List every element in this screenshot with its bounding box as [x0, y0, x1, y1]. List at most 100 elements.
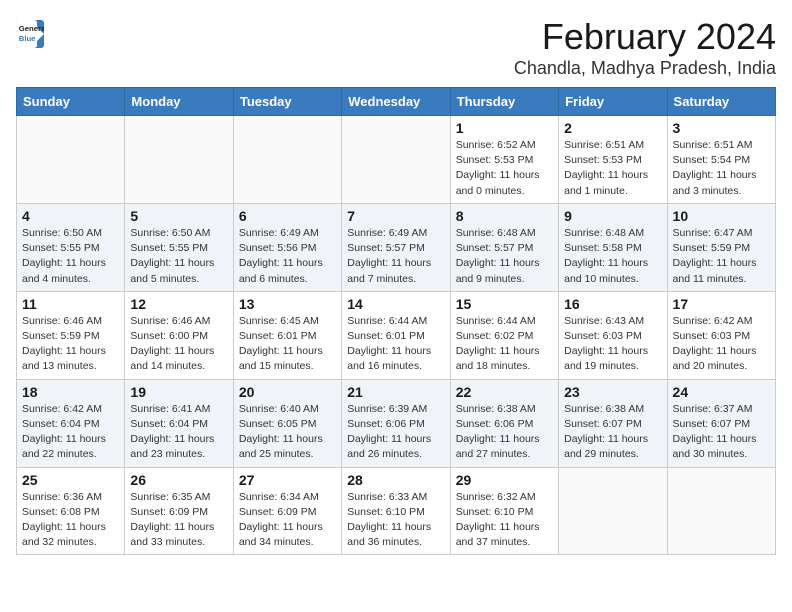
day-info: Sunrise: 6:33 AM Sunset: 6:10 PM Dayligh… — [347, 490, 444, 551]
day-info: Sunrise: 6:47 AM Sunset: 5:59 PM Dayligh… — [673, 226, 770, 287]
day-info: Sunrise: 6:34 AM Sunset: 6:09 PM Dayligh… — [239, 490, 336, 551]
weekday-header-thursday: Thursday — [450, 88, 558, 116]
calendar-cell: 21 Sunrise: 6:39 AM Sunset: 6:06 PM Dayli… — [342, 379, 450, 467]
day-number: 27 — [239, 472, 336, 488]
day-number: 23 — [564, 384, 661, 400]
calendar-cell: 23 Sunrise: 6:38 AM Sunset: 6:07 PM Dayli… — [559, 379, 667, 467]
day-number: 11 — [22, 296, 119, 312]
day-number: 13 — [239, 296, 336, 312]
month-title: February 2024 — [514, 16, 776, 58]
calendar-week-1: 1Sunrise: 6:52 AM Sunset: 5:53 PM Daylig… — [17, 116, 776, 204]
day-number: 25 — [22, 472, 119, 488]
day-info: Sunrise: 6:42 AM Sunset: 6:03 PM Dayligh… — [673, 314, 770, 375]
weekday-header-friday: Friday — [559, 88, 667, 116]
calendar-cell: 9Sunrise: 6:48 AM Sunset: 5:58 PM Daylig… — [559, 203, 667, 291]
calendar-body: 1Sunrise: 6:52 AM Sunset: 5:53 PM Daylig… — [17, 116, 776, 555]
calendar-cell — [233, 116, 341, 204]
calendar-cell — [667, 467, 775, 555]
day-info: Sunrise: 6:32 AM Sunset: 6:10 PM Dayligh… — [456, 490, 553, 551]
weekday-header-monday: Monday — [125, 88, 233, 116]
calendar-cell: 1Sunrise: 6:52 AM Sunset: 5:53 PM Daylig… — [450, 116, 558, 204]
day-number: 18 — [22, 384, 119, 400]
calendar-cell: 7 Sunrise: 6:49 AM Sunset: 5:57 PM Daylig… — [342, 203, 450, 291]
day-number: 17 — [673, 296, 770, 312]
day-number: 7 — [347, 208, 444, 224]
day-number: 5 — [130, 208, 227, 224]
day-number: 8 — [456, 208, 553, 224]
calendar-cell: 3 Sunrise: 6:51 AM Sunset: 5:54 PM Daylig… — [667, 116, 775, 204]
day-info: Sunrise: 6:46 AM Sunset: 5:59 PM Dayligh… — [22, 314, 119, 375]
day-info: Sunrise: 6:37 AM Sunset: 6:07 PM Dayligh… — [673, 402, 770, 463]
calendar-cell: 17 Sunrise: 6:42 AM Sunset: 6:03 PM Dayli… — [667, 291, 775, 379]
day-number: 6 — [239, 208, 336, 224]
calendar-cell: 27 Sunrise: 6:34 AM Sunset: 6:09 PM Dayli… — [233, 467, 341, 555]
day-number: 3 — [673, 120, 770, 136]
day-info: Sunrise: 6:50 AM Sunset: 5:55 PM Dayligh… — [22, 226, 119, 287]
day-number: 4 — [22, 208, 119, 224]
day-number: 29 — [456, 472, 553, 488]
day-info: Sunrise: 6:49 AM Sunset: 5:57 PM Dayligh… — [347, 226, 444, 287]
day-number: 10 — [673, 208, 770, 224]
calendar-cell: 24 Sunrise: 6:37 AM Sunset: 6:07 PM Dayli… — [667, 379, 775, 467]
day-info: Sunrise: 6:38 AM Sunset: 6:06 PM Dayligh… — [456, 402, 553, 463]
day-number: 24 — [673, 384, 770, 400]
day-number: 21 — [347, 384, 444, 400]
day-info: Sunrise: 6:51 AM Sunset: 5:54 PM Dayligh… — [673, 138, 770, 199]
calendar-cell: 10 Sunrise: 6:47 AM Sunset: 5:59 PM Dayli… — [667, 203, 775, 291]
day-number: 12 — [130, 296, 227, 312]
day-info: Sunrise: 6:49 AM Sunset: 5:56 PM Dayligh… — [239, 226, 336, 287]
day-info: Sunrise: 6:40 AM Sunset: 6:05 PM Dayligh… — [239, 402, 336, 463]
day-info: Sunrise: 6:44 AM Sunset: 6:02 PM Dayligh… — [456, 314, 553, 375]
calendar-cell — [125, 116, 233, 204]
location-title: Chandla, Madhya Pradesh, India — [514, 58, 776, 79]
day-number: 9 — [564, 208, 661, 224]
day-info: Sunrise: 6:51 AM Sunset: 5:53 PM Dayligh… — [564, 138, 661, 199]
calendar-week-3: 11 Sunrise: 6:46 AM Sunset: 5:59 PM Dayli… — [17, 291, 776, 379]
day-number: 2 — [564, 120, 661, 136]
day-info: Sunrise: 6:39 AM Sunset: 6:06 PM Dayligh… — [347, 402, 444, 463]
calendar-cell: 8Sunrise: 6:48 AM Sunset: 5:57 PM Daylig… — [450, 203, 558, 291]
svg-text:General: General — [19, 24, 44, 33]
calendar-cell: 20 Sunrise: 6:40 AM Sunset: 6:05 PM Dayli… — [233, 379, 341, 467]
weekday-header-tuesday: Tuesday — [233, 88, 341, 116]
day-number: 20 — [239, 384, 336, 400]
calendar-cell — [342, 116, 450, 204]
day-info: Sunrise: 6:50 AM Sunset: 5:55 PM Dayligh… — [130, 226, 227, 287]
calendar-cell: 16Sunrise: 6:43 AM Sunset: 6:03 PM Dayli… — [559, 291, 667, 379]
svg-text:Blue: Blue — [19, 34, 36, 43]
day-info: Sunrise: 6:41 AM Sunset: 6:04 PM Dayligh… — [130, 402, 227, 463]
calendar-week-2: 4 Sunrise: 6:50 AM Sunset: 5:55 PM Daylig… — [17, 203, 776, 291]
calendar-cell: 5 Sunrise: 6:50 AM Sunset: 5:55 PM Daylig… — [125, 203, 233, 291]
calendar-cell: 18Sunrise: 6:42 AM Sunset: 6:04 PM Dayli… — [17, 379, 125, 467]
calendar-cell: 25 Sunrise: 6:36 AM Sunset: 6:08 PM Dayli… — [17, 467, 125, 555]
day-number: 1 — [456, 120, 553, 136]
weekday-header-saturday: Saturday — [667, 88, 775, 116]
title-area: February 2024 Chandla, Madhya Pradesh, I… — [514, 16, 776, 79]
day-info: Sunrise: 6:43 AM Sunset: 6:03 PM Dayligh… — [564, 314, 661, 375]
day-info: Sunrise: 6:45 AM Sunset: 6:01 PM Dayligh… — [239, 314, 336, 375]
calendar-header: SundayMondayTuesdayWednesdayThursdayFrid… — [17, 88, 776, 116]
calendar-cell: 15Sunrise: 6:44 AM Sunset: 6:02 PM Dayli… — [450, 291, 558, 379]
calendar-cell — [559, 467, 667, 555]
calendar-cell: 6 Sunrise: 6:49 AM Sunset: 5:56 PM Daylig… — [233, 203, 341, 291]
day-info: Sunrise: 6:38 AM Sunset: 6:07 PM Dayligh… — [564, 402, 661, 463]
calendar-cell: 4 Sunrise: 6:50 AM Sunset: 5:55 PM Daylig… — [17, 203, 125, 291]
logo: General Blue — [16, 20, 48, 48]
day-info: Sunrise: 6:36 AM Sunset: 6:08 PM Dayligh… — [22, 490, 119, 551]
calendar-week-5: 25 Sunrise: 6:36 AM Sunset: 6:08 PM Dayli… — [17, 467, 776, 555]
calendar-cell: 14Sunrise: 6:44 AM Sunset: 6:01 PM Dayli… — [342, 291, 450, 379]
day-number: 28 — [347, 472, 444, 488]
calendar-cell: 22Sunrise: 6:38 AM Sunset: 6:06 PM Dayli… — [450, 379, 558, 467]
page-header: General Blue February 2024 Chandla, Madh… — [16, 16, 776, 79]
calendar-cell: 2 Sunrise: 6:51 AM Sunset: 5:53 PM Daylig… — [559, 116, 667, 204]
day-number: 26 — [130, 472, 227, 488]
calendar-cell: 28 Sunrise: 6:33 AM Sunset: 6:10 PM Dayli… — [342, 467, 450, 555]
calendar-cell: 13 Sunrise: 6:45 AM Sunset: 6:01 PM Dayli… — [233, 291, 341, 379]
calendar-cell: 12 Sunrise: 6:46 AM Sunset: 6:00 PM Dayli… — [125, 291, 233, 379]
weekday-header-wednesday: Wednesday — [342, 88, 450, 116]
day-info: Sunrise: 6:46 AM Sunset: 6:00 PM Dayligh… — [130, 314, 227, 375]
day-info: Sunrise: 6:44 AM Sunset: 6:01 PM Dayligh… — [347, 314, 444, 375]
calendar-cell: 11 Sunrise: 6:46 AM Sunset: 5:59 PM Dayli… — [17, 291, 125, 379]
calendar-table: SundayMondayTuesdayWednesdayThursdayFrid… — [16, 87, 776, 555]
calendar-cell: 19Sunrise: 6:41 AM Sunset: 6:04 PM Dayli… — [125, 379, 233, 467]
